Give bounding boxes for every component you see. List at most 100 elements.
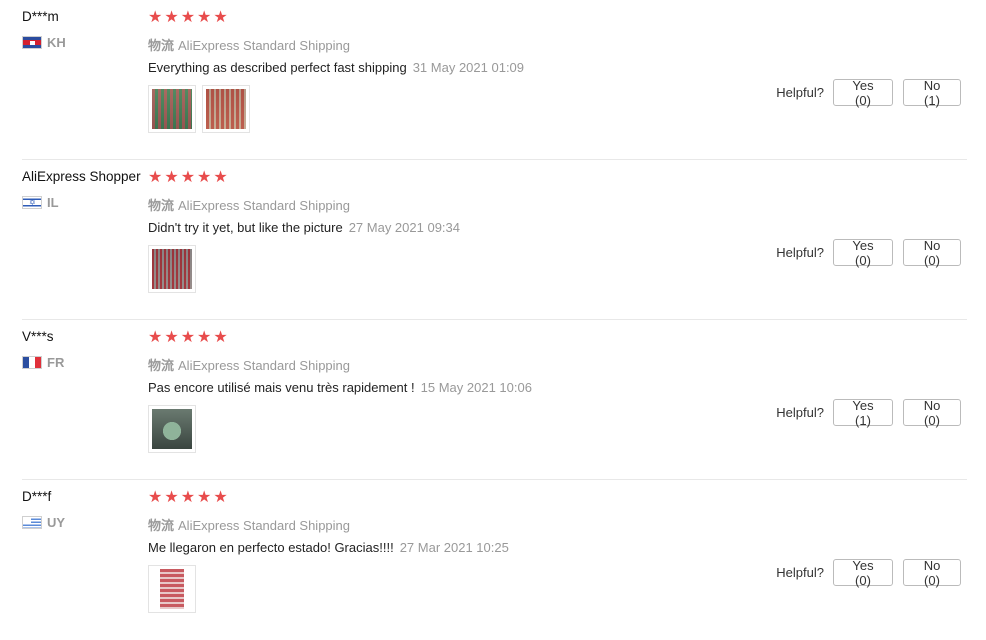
country-flag-icon [22,36,42,49]
review-item: D***f UY ★ ★ ★ ★ ★ 物流 AliExpress Standard Shippi… [22,480,967,640]
helpful-no-button[interactable]: No (0) [903,238,961,268]
review-list: D***m KH ★ ★ ★ ★ ★ 物流 AliExpress Standard Shippi… [0,0,986,640]
shipping-info: 物流 AliExpress Standard Shipping [148,355,350,374]
reviewer-country: UY [22,515,65,530]
helpful-vote: Helpful? Yes (1) No (0) [776,398,961,428]
star-icon: ★ [164,9,179,26]
helpful-label: Helpful? [776,245,824,260]
shipping-method: AliExpress Standard Shipping [178,198,351,213]
review-photo [152,89,192,129]
country-code: IL [47,195,59,210]
review-item: D***m KH ★ ★ ★ ★ ★ 物流 AliExpress Standard Shippi… [22,0,967,160]
review-photo [152,249,192,289]
reviewer-name: D***f [22,489,52,504]
shipping-method: AliExpress Standard Shipping [178,518,351,533]
helpful-no-button[interactable]: No (0) [903,558,961,588]
helpful-vote: Helpful? Yes (0) No (0) [776,238,961,268]
helpful-label: Helpful? [776,565,824,580]
reviewer-name: AliExpress Shopper [22,169,141,184]
star-icon: ★ [164,489,179,506]
star-icon: ★ [164,169,179,186]
review-text: Me llegaron en perfecto estado! Gracias!… [148,540,509,555]
review-photos [148,245,196,293]
star-icon: ★ [213,489,228,506]
review-body: ★ ★ ★ ★ ★ 物流 AliExpress Standard Shipping Me ll… [148,480,967,640]
star-icon: ★ [213,329,228,346]
review-comment: Didn't try it yet, but like the picture [148,220,343,235]
star-icon: ★ [197,169,212,186]
review-photo-thumbnail[interactable] [148,565,196,613]
review-body: ★ ★ ★ ★ ★ 物流 AliExpress Standard Shipping Every… [148,0,967,159]
star-rating: ★ ★ ★ ★ ★ [148,329,228,347]
review-photos [148,565,196,613]
review-date: 27 May 2021 09:34 [348,220,460,235]
helpful-vote: Helpful? Yes (0) No (0) [776,558,961,588]
review-date: 27 Mar 2021 10:25 [399,540,509,555]
review-text: Pas encore utilisé mais venu très rapide… [148,380,532,395]
star-icon: ★ [180,169,196,186]
star-icon: ★ [213,169,228,186]
review-item: V***s FR ★ ★ ★ ★ ★ 物流 AliExpress Standard Shippi… [22,320,967,480]
star-icon: ★ [180,329,196,346]
reviewer-country: FR [22,355,64,370]
country-code: UY [47,515,66,530]
star-icon: ★ [148,9,163,26]
review-photo [206,89,246,129]
review-date: 15 May 2021 10:06 [420,380,532,395]
country-flag-icon [22,516,42,529]
helpful-yes-button[interactable]: Yes (0) [833,558,893,588]
review-photo-thumbnail[interactable] [148,85,196,133]
reviewer-country: KH [22,35,66,50]
shipping-method: AliExpress Standard Shipping [178,38,351,53]
country-code: KH [47,35,66,50]
star-icon: ★ [180,489,196,506]
review-photos [148,85,250,133]
star-rating: ★ ★ ★ ★ ★ [148,9,228,27]
reviewer-name: V***s [22,329,54,344]
helpful-yes-button[interactable]: Yes (0) [833,238,893,268]
review-comment: Pas encore utilisé mais venu très rapide… [148,380,415,395]
shipping-label: 物流 [148,358,175,373]
helpful-vote: Helpful? Yes (0) No (1) [776,78,961,108]
review-body: ★ ★ ★ ★ ★ 物流 AliExpress Standard Shipping Pas e… [148,320,967,479]
reviewer-name: D***m [22,9,59,24]
review-photo [152,569,192,609]
shipping-method: AliExpress Standard Shipping [178,358,351,373]
review-comment: Everything as described perfect fast shi… [148,60,407,75]
review-photo-thumbnail[interactable] [148,405,196,453]
star-icon: ★ [197,329,212,346]
star-rating: ★ ★ ★ ★ ★ [148,489,228,507]
shipping-info: 物流 AliExpress Standard Shipping [148,515,350,534]
shipping-label: 物流 [148,518,175,533]
review-date: 31 May 2021 01:09 [412,60,525,75]
helpful-yes-button[interactable]: Yes (1) [833,398,893,428]
star-icon: ★ [148,489,163,506]
helpful-no-button[interactable]: No (1) [903,78,961,108]
review-text: Didn't try it yet, but like the picture 2… [148,220,460,235]
shipping-label: 物流 [148,198,175,213]
helpful-no-button[interactable]: No (0) [903,398,961,428]
review-comment: Me llegaron en perfecto estado! Gracias!… [148,540,394,555]
reviewer-country: IL [22,195,59,210]
review-photos [148,405,196,453]
review-item: AliExpress ShopperIL★★★★★物流AliExpress St… [22,160,967,320]
star-icon: ★ [180,9,196,26]
shipping-info: 物流 AliExpress Standard Shipping [148,35,350,54]
star-icon: ★ [148,169,163,186]
review-body: ★ ★ ★ ★ ★ 物流 AliExpress Standard Shipping Didn'… [148,160,967,319]
helpful-yes-button[interactable]: Yes (0) [833,78,893,108]
review-photo-thumbnail[interactable] [202,85,250,133]
star-icon: ★ [197,489,212,506]
star-icon: ★ [164,329,179,346]
star-rating: ★ ★ ★ ★ ★ [148,169,228,187]
helpful-label: Helpful? [776,405,824,420]
star-icon: ★ [197,9,212,26]
review-text: Everything as described perfect fast shi… [148,60,524,75]
country-flag-icon [22,356,42,369]
star-icon: ★ [148,329,163,346]
helpful-label: Helpful? [776,85,824,100]
review-photo-thumbnail[interactable] [148,245,196,293]
country-code: FR [47,355,65,370]
review-photo [152,409,192,449]
star-icon: ★ [213,9,228,26]
